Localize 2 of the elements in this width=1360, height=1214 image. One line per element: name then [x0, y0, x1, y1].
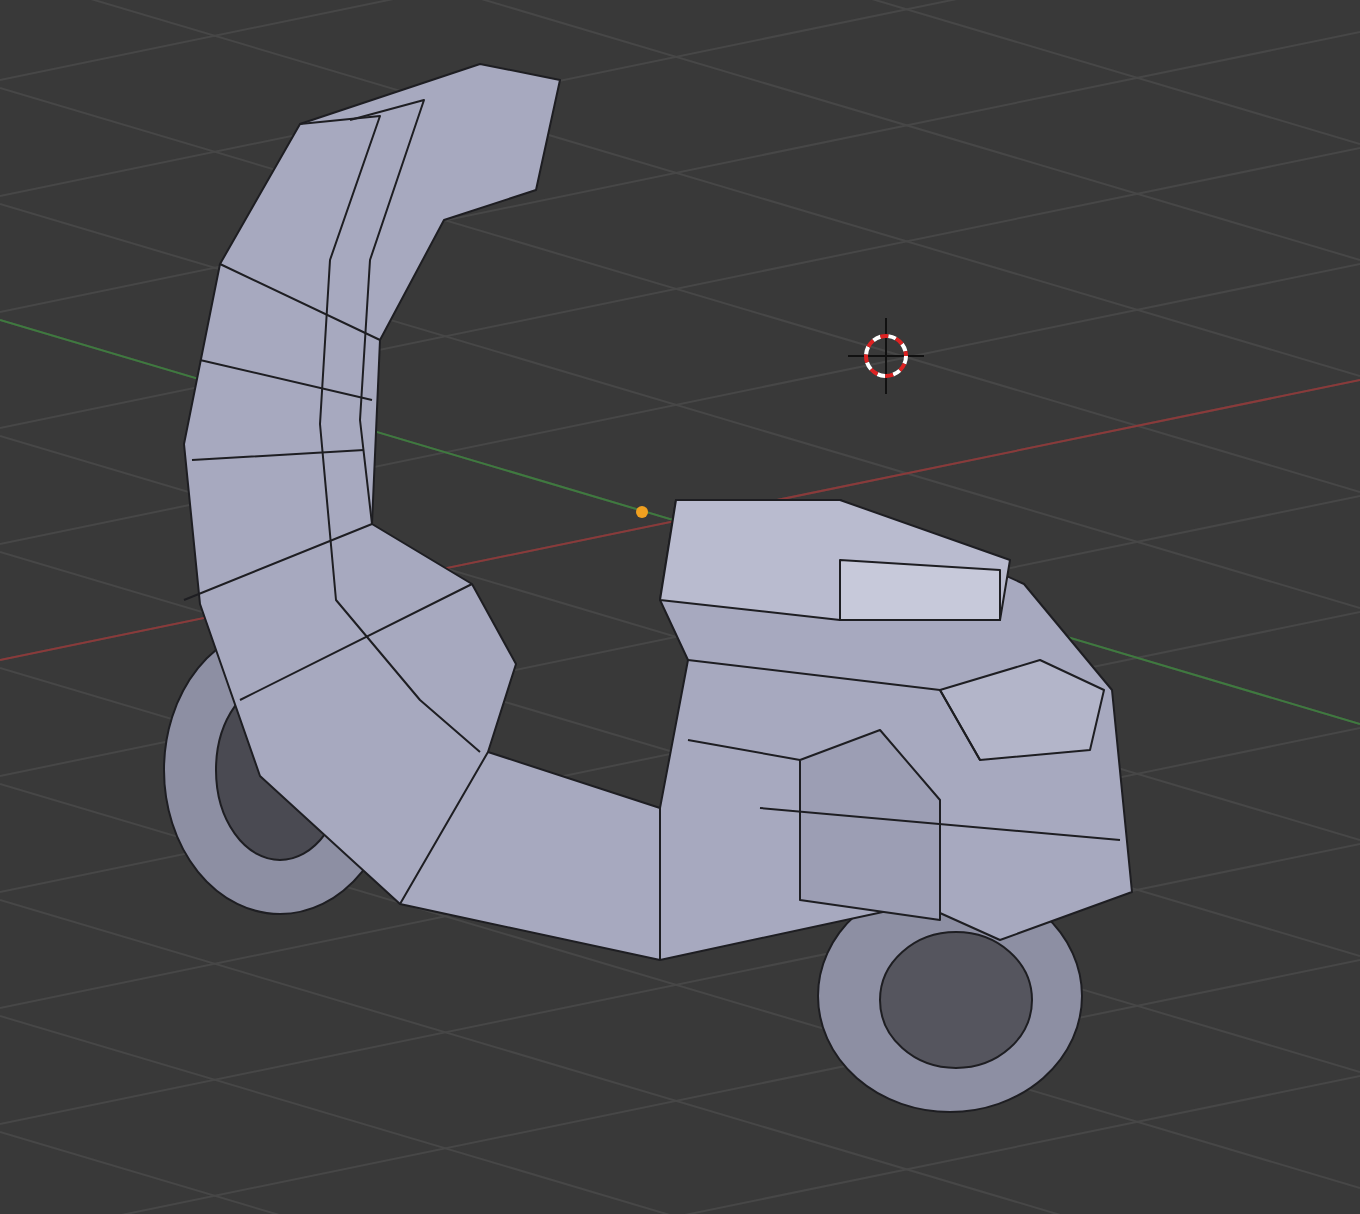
origin-dot-icon	[636, 506, 648, 518]
viewport-background[interactable]	[0, 0, 1360, 1214]
